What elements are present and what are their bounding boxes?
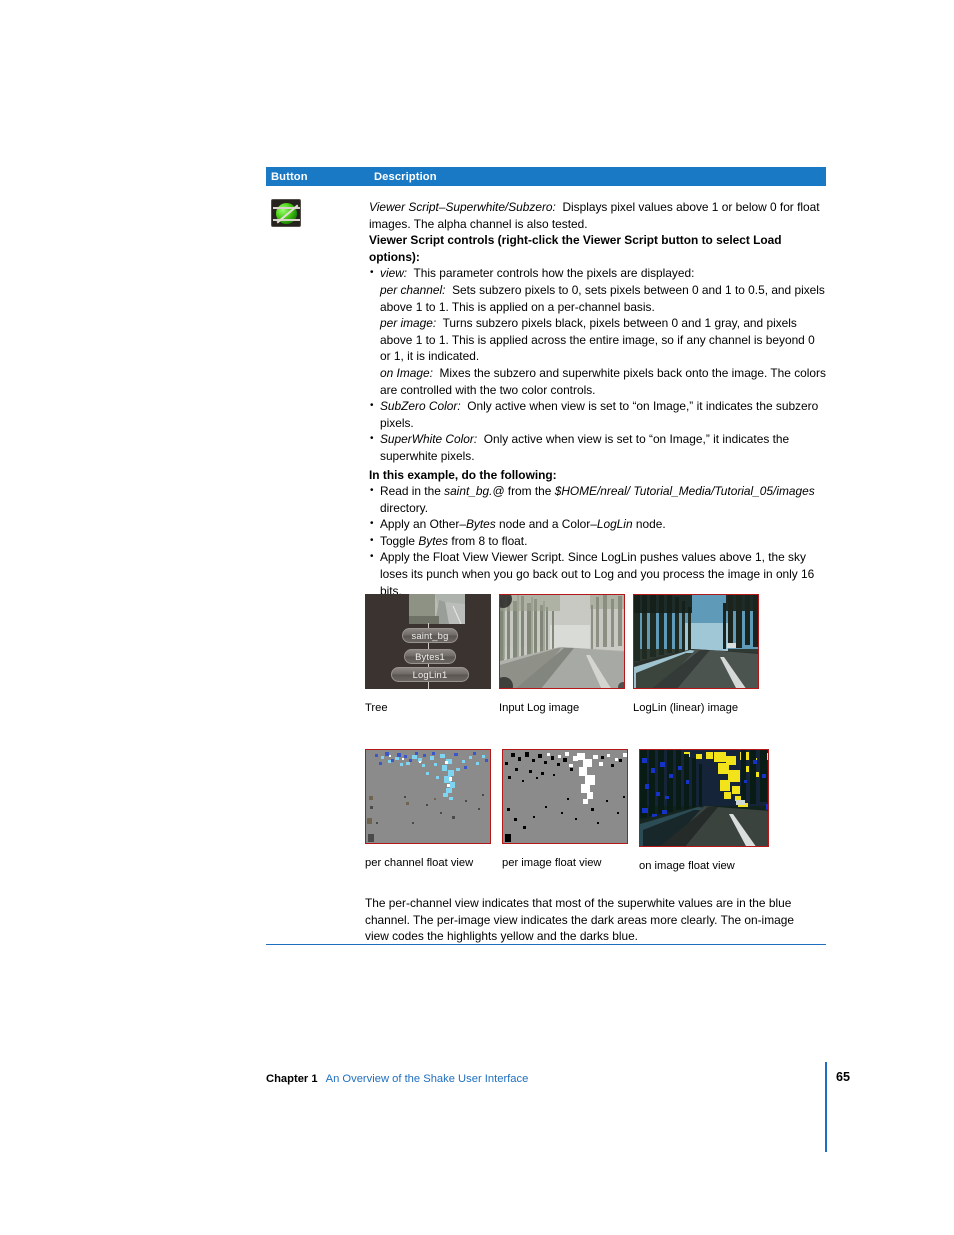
example-step-toggle-bytes: Toggle Bytes from 8 to float. — [369, 533, 826, 550]
bullet-view: view: This parameter controls how the pi… — [369, 265, 826, 398]
subitem-per-image-text: Turns subzero pixels black, pixels betwe… — [380, 316, 815, 364]
footer: Chapter 1 An Overview of the Shake User I… — [266, 1072, 528, 1086]
step1-em1: saint_bg.@ — [444, 484, 505, 499]
per-image-thumbnail[interactable] — [502, 749, 628, 844]
figure-row-1: saint_bg Bytes1 LogLin1 Tree Input Log i… — [365, 594, 759, 715]
input-log-image — [500, 595, 624, 688]
column-header-description: Description — [374, 170, 437, 183]
controls-bullet-list: view: This parameter controls how the pi… — [369, 265, 826, 464]
figure-per-channel: per channel float view — [365, 749, 491, 873]
step1-post: directory. — [380, 500, 429, 515]
table-bottom-rule — [266, 944, 826, 946]
per-image-image — [503, 750, 627, 843]
loglin-linear-thumbnail[interactable] — [633, 594, 759, 689]
node-loglin1[interactable]: LogLin1 — [391, 667, 469, 682]
node-preview-thumbnail — [409, 594, 465, 624]
step3-pre: Toggle — [380, 533, 419, 548]
on-image-thumbnail[interactable] — [639, 749, 769, 847]
page-number: 65 — [836, 1070, 851, 1084]
bullet-view-term: view: — [380, 266, 408, 281]
footer-chapter: Chapter 1 — [266, 1073, 318, 1085]
node-saint-bg[interactable]: saint_bg — [402, 628, 458, 643]
input-log-thumbnail[interactable] — [499, 594, 625, 689]
subitem-per-channel-term: per channel: — [380, 282, 446, 297]
per-channel-thumbnail[interactable] — [365, 749, 491, 844]
button-description-table: Button Description Viewer Script–Superwh… — [266, 167, 826, 599]
example-heading: In this example, do the following: — [369, 467, 557, 482]
subitem-per-image: per image: Turns subzero pixels black, p… — [380, 315, 826, 365]
closing-paragraph-wrap: The per-channel view indicates that most… — [365, 895, 817, 945]
step3-em1: Bytes — [418, 533, 449, 548]
node-bytes1[interactable]: Bytes1 — [404, 649, 456, 664]
figure-loglin-linear: LogLin (linear) image — [633, 594, 759, 715]
caption-loglin-linear: LogLin (linear) image — [633, 702, 739, 714]
cell-description: Viewer Script–Superwhite/Subzero: Displa… — [368, 199, 826, 599]
node-preview-image — [409, 594, 465, 624]
subitem-per-channel-text: Sets subzero pixels to 0, sets pixels be… — [380, 282, 825, 314]
cell-button — [266, 199, 368, 599]
column-header-button: Button — [271, 170, 308, 183]
table-header-row: Button Description — [266, 167, 826, 186]
bullet-subzero-color: SubZero Color: Only active when view is … — [369, 398, 826, 431]
step1-pre: Read in the — [380, 484, 445, 499]
step4-pre: Apply the Float View Viewer Script. Sinc… — [380, 550, 815, 598]
step2-pre: Apply an Other– — [380, 517, 466, 532]
footer-chapter-title: An Overview of the Shake User Interface — [325, 1073, 529, 1085]
caption-per-image: per image float view — [502, 857, 602, 869]
figure-input-log: Input Log image — [499, 594, 625, 715]
step2-mid: node and a Color– — [495, 517, 597, 532]
step2-em1: Bytes — [465, 517, 496, 532]
step3-mid: from 8 to float. — [448, 533, 528, 548]
node-tree-canvas: saint_bg Bytes1 LogLin1 — [365, 594, 491, 689]
figure-row-2: per channel float view per image float v… — [365, 749, 769, 873]
step1-em2: $HOME/nreal/ Tutorial_Media/Tutorial_05/… — [554, 484, 815, 499]
page-number-rule — [825, 1062, 827, 1152]
viewer-script-superwhite-subzero-icon[interactable] — [271, 199, 301, 227]
caption-tree: Tree — [365, 702, 388, 714]
node-tree-thumbnail[interactable]: saint_bg Bytes1 LogLin1 — [365, 594, 491, 689]
example-step-float-view: Apply the Float View Viewer Script. Sinc… — [369, 549, 826, 599]
caption-input-log: Input Log image — [499, 702, 580, 714]
figure-tree: saint_bg Bytes1 LogLin1 Tree — [365, 594, 491, 715]
figure-on-image: on image float view — [639, 749, 769, 873]
intro-paragraph: Viewer Script–Superwhite/Subzero: Displa… — [369, 199, 826, 232]
example-step-read-in: Read in the saint_bg.@ from the $HOME/nr… — [369, 483, 826, 516]
step2-em2: LogLin — [596, 517, 633, 532]
bullet-view-text: This parameter controls how the pixels a… — [413, 266, 695, 281]
closing-paragraph: The per-channel view indicates that most… — [365, 896, 794, 944]
document-page: Button Description Viewer Script–Superwh… — [0, 0, 954, 1235]
subitem-on-image-term: on Image: — [380, 365, 433, 380]
step2-post: node. — [632, 517, 666, 532]
example-step-apply-nodes: Apply an Other–Bytes node and a Color–Lo… — [369, 516, 826, 533]
table-body-row: Viewer Script–Superwhite/Subzero: Displa… — [266, 186, 826, 599]
controls-heading: Viewer Script controls (right-click the … — [369, 233, 782, 264]
figure-per-image: per image float view — [502, 749, 628, 873]
bullet-subzero-color-term: SubZero Color: — [380, 399, 461, 414]
caption-on-image: on image float view — [639, 860, 735, 872]
intro-title: Viewer Script–Superwhite/Subzero: — [369, 200, 556, 214]
per-channel-image — [366, 750, 490, 843]
subitem-on-image: on Image: Mixes the subzero and superwhi… — [380, 365, 826, 398]
subitem-per-image-term: per image: — [380, 316, 437, 331]
caption-per-channel: per channel float view — [365, 857, 474, 869]
subitem-per-channel: per channel: Sets subzero pixels to 0, s… — [380, 282, 826, 315]
bullet-superwhite-color: SuperWhite Color: Only active when view … — [369, 431, 826, 464]
step1-mid: from the — [504, 484, 555, 499]
loglin-linear-image — [634, 595, 758, 688]
subitem-on-image-text: Mixes the subzero and superwhite pixels … — [380, 365, 826, 397]
node-wire-3 — [428, 682, 429, 689]
on-image-image — [640, 750, 768, 846]
example-steps-list: Read in the saint_bg.@ from the $HOME/nr… — [369, 483, 826, 599]
bullet-superwhite-color-term: SuperWhite Color: — [380, 432, 478, 447]
